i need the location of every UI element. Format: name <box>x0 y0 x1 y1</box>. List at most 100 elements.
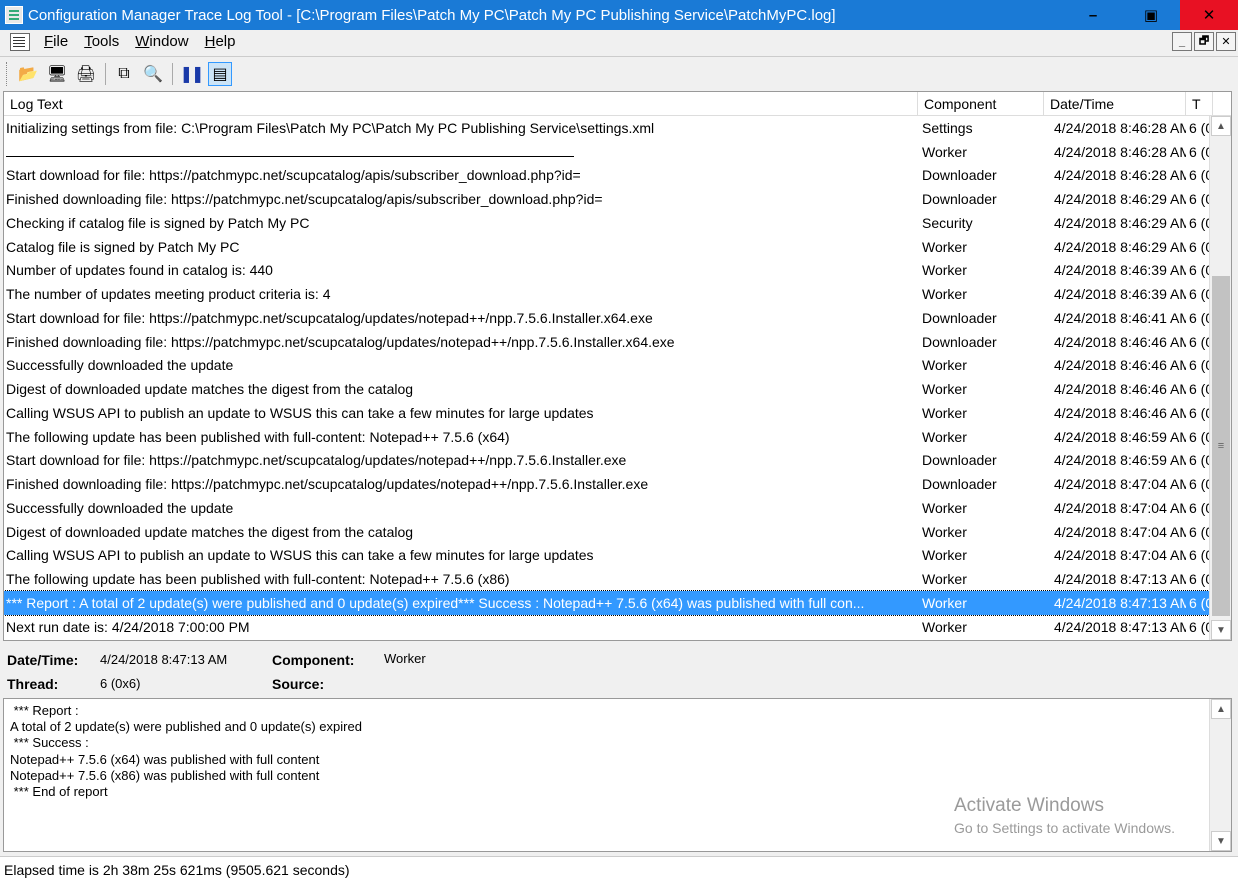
menu-window[interactable]: Window <box>127 33 196 50</box>
datetime-cell: 4/24/2018 8:46:39 AM <box>1054 286 1186 303</box>
component-label: Component: <box>272 652 355 668</box>
app-icon[interactable] <box>5 6 23 24</box>
thread-cell: 6 (0x6) <box>1189 143 1211 160</box>
minimize-button[interactable]: – <box>1064 0 1122 30</box>
copy-icon[interactable]: ⧉ <box>112 62 136 86</box>
table-row[interactable]: Successfully downloaded the update Worker… <box>4 496 1211 520</box>
message-scrollbar[interactable]: ▲ ▼ <box>1209 699 1231 851</box>
thread-label: Thread: <box>7 676 59 692</box>
menu-tools[interactable]: Tools <box>76 33 127 50</box>
scroll-down-icon[interactable]: ▼ <box>1211 620 1231 640</box>
table-row[interactable]: The number of updates meeting product cr… <box>4 282 1211 306</box>
table-row[interactable]: Finished downloading file: https://patch… <box>4 472 1211 496</box>
table-row[interactable]: Digest of downloaded update matches the … <box>4 520 1211 544</box>
log-text-cell: Successfully downloaded the update <box>6 499 234 516</box>
scroll-down-icon[interactable]: ▼ <box>1211 831 1231 851</box>
log-text-cell: Next run date is: 4/24/2018 7:00:00 PM <box>6 618 250 635</box>
find-icon[interactable]: 🔍 <box>141 62 165 86</box>
table-row[interactable]: Start download for file: https://patchmy… <box>4 306 1211 330</box>
table-row[interactable]: Finished downloading file: https://patch… <box>4 187 1211 211</box>
table-row[interactable]: Finished downloading file: https://patch… <box>4 330 1211 354</box>
menu-help-rest: elp <box>215 33 236 50</box>
pause-icon[interactable]: ❚❚ <box>179 62 205 86</box>
datetime-cell: 4/24/2018 8:47:04 AM <box>1054 523 1186 540</box>
log-text-cell: Calling WSUS API to publish an update to… <box>6 547 594 564</box>
scroll-up-icon[interactable]: ▲ <box>1211 116 1231 136</box>
log-grid[interactable]: Log Text Component Date/Time T Initializ… <box>3 91 1232 641</box>
datetime-cell: 4/24/2018 8:46:59 AM <box>1054 452 1186 469</box>
datetime-value: 4/24/2018 8:47:13 AM <box>100 652 228 667</box>
message-line: *** Success : <box>10 735 89 751</box>
print-icon[interactable]: 🖨 <box>74 62 98 86</box>
header-datetime[interactable]: Date/Time <box>1044 92 1186 116</box>
datetime-cell: 4/24/2018 8:46:29 AM <box>1054 238 1186 255</box>
table-row[interactable]: *** Report : A total of 2 update(s) were… <box>4 590 1212 616</box>
datetime-cell: 4/24/2018 8:46:28 AM <box>1054 167 1186 184</box>
datetime-cell: 4/24/2018 8:47:04 AM <box>1054 476 1186 493</box>
show-details-icon[interactable]: ▤ <box>208 61 232 86</box>
menu-file[interactable]: File <box>36 33 76 50</box>
table-row[interactable]: Worker 4/24/2018 8:46:28 AM6 (0x6) <box>4 140 1211 164</box>
table-row[interactable]: Start download for file: https://patchmy… <box>4 449 1211 473</box>
header-component[interactable]: Component <box>918 92 1044 116</box>
log-text-cell: Number of updates found in catalog is: 4… <box>6 262 273 279</box>
table-row[interactable]: Calling WSUS API to publish an update to… <box>4 544 1211 568</box>
table-row[interactable]: Successfully downloaded the update Worker… <box>4 354 1211 378</box>
log-text-cell: Successfully downloaded the update <box>6 357 234 374</box>
window-title: Configuration Manager Trace Log Tool - [… <box>28 6 836 24</box>
thread-cell: 6 (0x6) <box>1189 191 1211 208</box>
log-text-cell: Finished downloading file: https://patch… <box>6 476 649 493</box>
table-row[interactable]: Start download for file: https://patchmy… <box>4 164 1211 188</box>
details-panel: Date/Time: 4/24/2018 8:47:13 AM Componen… <box>0 645 1238 697</box>
scroll-up-icon[interactable]: ▲ <box>1211 699 1231 719</box>
open-server-icon[interactable]: 🖥 <box>45 62 69 86</box>
table-row[interactable]: Calling WSUS API to publish an update to… <box>4 401 1211 425</box>
menu-tools-rest: ools <box>91 33 120 50</box>
watermark-subtitle: Go to Settings to activate Windows. <box>954 820 1175 836</box>
component-cell: Settings <box>922 119 973 136</box>
scroll-thumb[interactable]: ≡ <box>1212 276 1230 616</box>
log-text-cell: The following update has been published … <box>6 571 510 588</box>
close-button[interactable]: ✕ <box>1180 0 1238 30</box>
toolbar-grip[interactable] <box>6 61 10 86</box>
header-log-text[interactable]: Log Text <box>4 92 918 116</box>
document-icon[interactable] <box>10 32 30 51</box>
maximize-button[interactable]: ▣ <box>1122 0 1180 30</box>
table-row[interactable]: Initializing settings from file: C:\Prog… <box>4 116 1211 140</box>
message-box[interactable]: *** Report :A total of 2 update(s) were … <box>3 698 1232 852</box>
component-cell: Downloader <box>922 333 997 350</box>
thread-cell: 6 (0x6) <box>1189 357 1211 374</box>
component-cell: Downloader <box>922 167 997 184</box>
mdi-restore-button[interactable]: 🗗 <box>1194 32 1214 51</box>
thread-cell: 6 (0x6) <box>1189 476 1211 493</box>
table-row[interactable]: Number of updates found in catalog is: 4… <box>4 259 1211 283</box>
mdi-minimize-button[interactable]: _ <box>1172 32 1192 51</box>
thread-cell: 6 (0x6) <box>1189 547 1211 564</box>
thread-value: 6 (0x6) <box>100 676 141 691</box>
menu-help[interactable]: Help <box>197 33 244 50</box>
mdi-close-button[interactable]: ✕ <box>1216 32 1236 51</box>
menu-file-rest: ile <box>53 33 69 50</box>
log-text-cell: Finished downloading file: https://patch… <box>6 191 603 208</box>
datetime-cell: 4/24/2018 8:46:41 AM <box>1054 309 1186 326</box>
thread-cell: 6 (0x6) <box>1189 571 1211 588</box>
component-cell: Downloader <box>922 476 997 493</box>
table-row[interactable]: Next run date is: 4/24/2018 7:00:00 PM Wo… <box>4 615 1211 639</box>
thread-cell: 6 (0x6) <box>1189 214 1211 231</box>
table-row[interactable]: Checking if catalog file is signed by Pa… <box>4 211 1211 235</box>
component-cell: Worker <box>922 571 967 588</box>
thread-cell: 6 (0x6) <box>1189 119 1211 136</box>
open-icon[interactable]: 📂 <box>16 62 40 86</box>
table-row[interactable]: The following update has been published … <box>4 567 1211 591</box>
grid-scrollbar[interactable]: ▲ ≡ ▼ <box>1209 116 1231 640</box>
table-row[interactable]: Catalog file is signed by Patch My PC Wor… <box>4 235 1211 259</box>
thread-cell: 6 (0x6) <box>1189 286 1211 303</box>
table-row[interactable]: The following update has been published … <box>4 425 1211 449</box>
datetime-cell: 4/24/2018 8:47:04 AM <box>1054 547 1186 564</box>
component-cell: Downloader <box>922 452 997 469</box>
datetime-cell: 4/24/2018 8:46:28 AM <box>1054 143 1186 160</box>
thread-cell: 6 (0x6) <box>1189 167 1211 184</box>
table-row[interactable]: Digest of downloaded update matches the … <box>4 377 1211 401</box>
menu-window-rest: indow <box>149 33 189 50</box>
header-thread[interactable]: T <box>1186 92 1213 116</box>
